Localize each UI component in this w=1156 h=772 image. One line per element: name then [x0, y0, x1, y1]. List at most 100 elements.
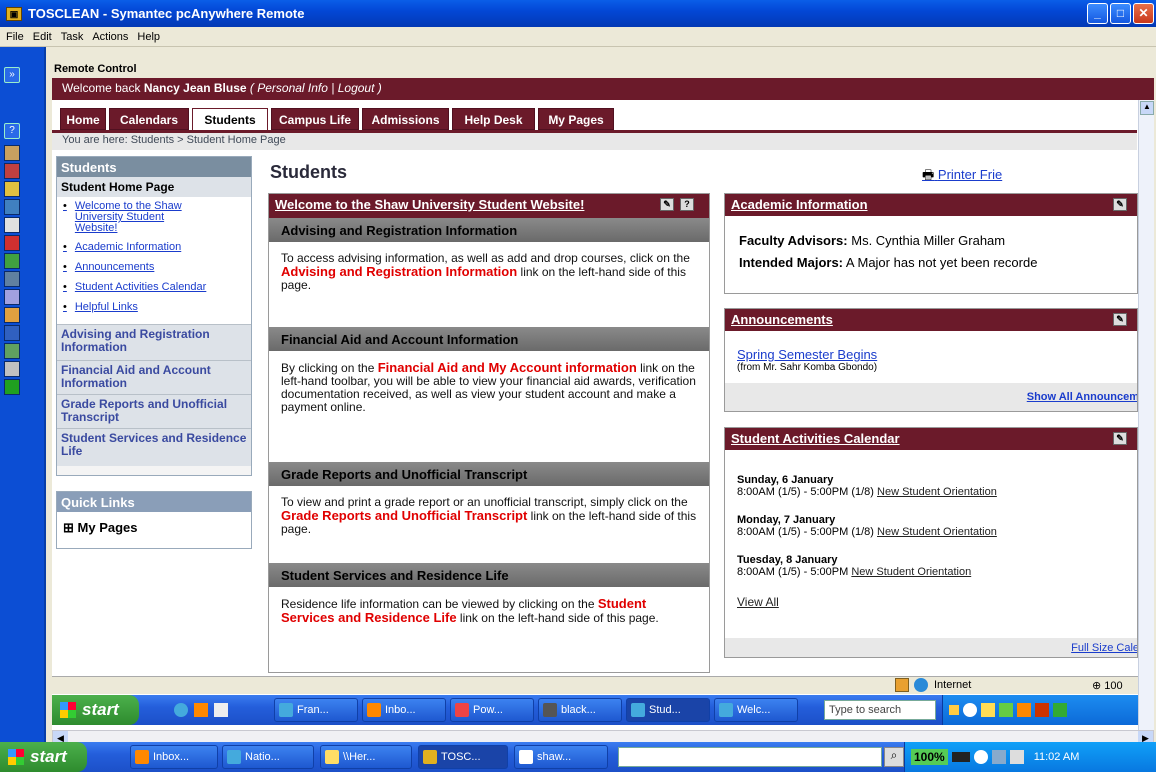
left-section-student-services[interactable]: Student Services and Residence Life	[57, 428, 251, 466]
remote-task-students[interactable]: Stud...	[626, 698, 710, 722]
session-tool-11-icon[interactable]	[4, 325, 20, 341]
tray-icon[interactable]	[1017, 703, 1031, 717]
left-section-advising[interactable]: Advising and Registration Information	[57, 324, 251, 360]
menu-file[interactable]: File	[6, 31, 24, 43]
session-tool-12-icon[interactable]	[4, 343, 20, 359]
local-task-shaw[interactable]: shaw...	[514, 745, 608, 769]
left-section-grades[interactable]: Grade Reports and Unofficial Transcript	[57, 394, 251, 428]
help-icon[interactable]: ?	[680, 198, 694, 211]
left-nav-subheader[interactable]: Student Home Page	[57, 177, 251, 197]
show-all-announcements-link[interactable]: Show All Announcem	[1027, 391, 1137, 403]
left-section-financial[interactable]: Financial Aid and Account Information	[57, 360, 251, 394]
left-link-welcome[interactable]: • Welcome to the Shaw University Student …	[61, 201, 247, 237]
edit-icon[interactable]: ✎	[660, 198, 674, 211]
remote-task-welcome[interactable]: Welc...	[714, 698, 798, 722]
scroll-up-icon[interactable]: ▲	[1140, 101, 1154, 115]
view-all-link[interactable]: View All	[737, 595, 1137, 609]
session-tool-14-icon[interactable]	[4, 379, 20, 395]
menu-help[interactable]: Help	[137, 31, 160, 43]
tab-home[interactable]: Home	[60, 108, 106, 130]
ie-quicklaunch-icon[interactable]	[174, 703, 188, 717]
taskbar-search-input[interactable]: Type to search	[824, 700, 936, 720]
tab-admissions[interactable]: Admissions	[362, 108, 449, 130]
remote-task-fran[interactable]: Fran...	[274, 698, 358, 722]
remote-task-inbox[interactable]: Inbo...	[362, 698, 446, 722]
link-advising[interactable]: Advising and Registration Information	[281, 264, 517, 279]
help-icon[interactable]: ?	[4, 123, 20, 139]
window-titlebar[interactable]: ▣ TOSCLEAN - Symantec pcAnywhere Remote	[0, 0, 1156, 27]
session-tool-13-icon[interactable]	[4, 361, 20, 377]
session-tool-2-icon[interactable]	[4, 163, 20, 179]
session-tool-6-icon[interactable]	[4, 235, 20, 251]
session-tool-1-icon[interactable]	[4, 145, 20, 161]
tab-calendars[interactable]: Calendars	[109, 108, 189, 130]
printer-friendly-link[interactable]: 🖶 Printer Frie	[922, 166, 1002, 188]
menu-edit[interactable]: Edit	[33, 31, 52, 43]
tray-icon[interactable]	[973, 750, 988, 764]
tab-my-pages[interactable]: My Pages	[538, 108, 614, 130]
maximize-button[interactable]: □	[1110, 3, 1131, 24]
link-grades[interactable]: Grade Reports and Unofficial Transcript	[281, 508, 527, 523]
session-tool-4-icon[interactable]	[4, 199, 20, 215]
account-links[interactable]: ( Personal Info | Logout )	[250, 81, 382, 95]
session-tool-8-icon[interactable]	[4, 271, 20, 287]
event-link[interactable]: New Student Orientation	[851, 566, 971, 578]
local-address-input[interactable]	[618, 747, 882, 767]
announcements-panel-title[interactable]: Announcements ✎	[725, 309, 1137, 331]
tray-icon[interactable]	[999, 703, 1013, 717]
edit-icon[interactable]: ✎	[1113, 313, 1127, 326]
session-tool-3-icon[interactable]	[4, 181, 20, 197]
session-tool-9-icon[interactable]	[4, 289, 20, 305]
quick-link-my-pages[interactable]: ⊞ My Pages	[57, 512, 251, 544]
local-task-folder[interactable]: \\Her...	[320, 745, 412, 769]
event-link[interactable]: New Student Orientation	[877, 486, 997, 498]
tray-icon[interactable]	[981, 703, 995, 717]
local-task-tosclean[interactable]: TOSC...	[418, 745, 508, 769]
quicklaunch-icon[interactable]	[214, 703, 228, 717]
session-tool-10-icon[interactable]	[4, 307, 20, 323]
close-button[interactable]: ✕	[1133, 3, 1154, 24]
zoom-level[interactable]: ⊕ 100	[1092, 679, 1123, 692]
page-scrollbar[interactable]: ▲	[1138, 100, 1154, 730]
outlook-quicklaunch-icon[interactable]	[194, 703, 208, 717]
tab-campus-life[interactable]: Campus Life	[271, 108, 359, 130]
expand-icon[interactable]: ⊞	[63, 520, 74, 535]
left-link-academic[interactable]: • Academic Information	[61, 242, 247, 253]
tray-icon[interactable]	[949, 705, 959, 715]
power-icon[interactable]	[951, 752, 970, 762]
local-task-national[interactable]: Natio...	[222, 745, 314, 769]
event-link[interactable]: New Student Orientation	[877, 526, 997, 538]
edit-icon[interactable]: ✎	[1113, 432, 1127, 445]
network-icon[interactable]	[991, 750, 1006, 764]
welcome-panel-title[interactable]: Welcome to the Shaw University Student W…	[269, 194, 709, 218]
session-tool-5-icon[interactable]	[4, 217, 20, 233]
tab-students[interactable]: Students	[192, 108, 268, 132]
zoom-indicator[interactable]: 100%	[911, 749, 948, 765]
session-tool-7-icon[interactable]	[4, 253, 20, 269]
volume-icon[interactable]	[1009, 750, 1024, 764]
tray-icon[interactable]	[1035, 703, 1049, 717]
local-start-button[interactable]: start	[0, 742, 87, 772]
left-link-helpful[interactable]: • Helpful Links	[61, 302, 247, 313]
remote-task-black[interactable]: black...	[538, 698, 622, 722]
menu-task[interactable]: Task	[61, 31, 84, 43]
remote-start-button[interactable]: start	[52, 695, 139, 725]
remote-screen[interactable]: Welcome back Nancy Jean Bluse ( Personal…	[52, 78, 1154, 730]
local-task-inbox[interactable]: Inbox...	[130, 745, 218, 769]
search-icon[interactable]: ⌕	[884, 747, 904, 767]
menu-actions[interactable]: Actions	[92, 31, 128, 43]
announcement-title[interactable]: Spring Semester Begins	[725, 331, 1137, 362]
tray-icon[interactable]	[963, 703, 977, 717]
tab-help-desk[interactable]: Help Desk	[452, 108, 535, 130]
left-link-announcements[interactable]: • Announcements	[61, 262, 247, 273]
expand-icon[interactable]: »	[4, 67, 20, 83]
remote-task-powerpoint[interactable]: Pow...	[450, 698, 534, 722]
edit-icon[interactable]: ✎	[1113, 198, 1127, 211]
calendar-panel-title[interactable]: Student Activities Calendar ✎	[725, 428, 1137, 450]
academic-panel-title[interactable]: Academic Information ✎	[725, 194, 1137, 216]
minimize-button[interactable]: _	[1087, 3, 1108, 24]
tray-icon[interactable]	[1053, 703, 1067, 717]
full-size-calendar-link[interactable]: Full Size Cale	[1071, 642, 1137, 654]
left-link-calendar[interactable]: • Student Activities Calendar	[61, 282, 247, 293]
link-financial[interactable]: Financial Aid and My Account information	[378, 360, 637, 375]
